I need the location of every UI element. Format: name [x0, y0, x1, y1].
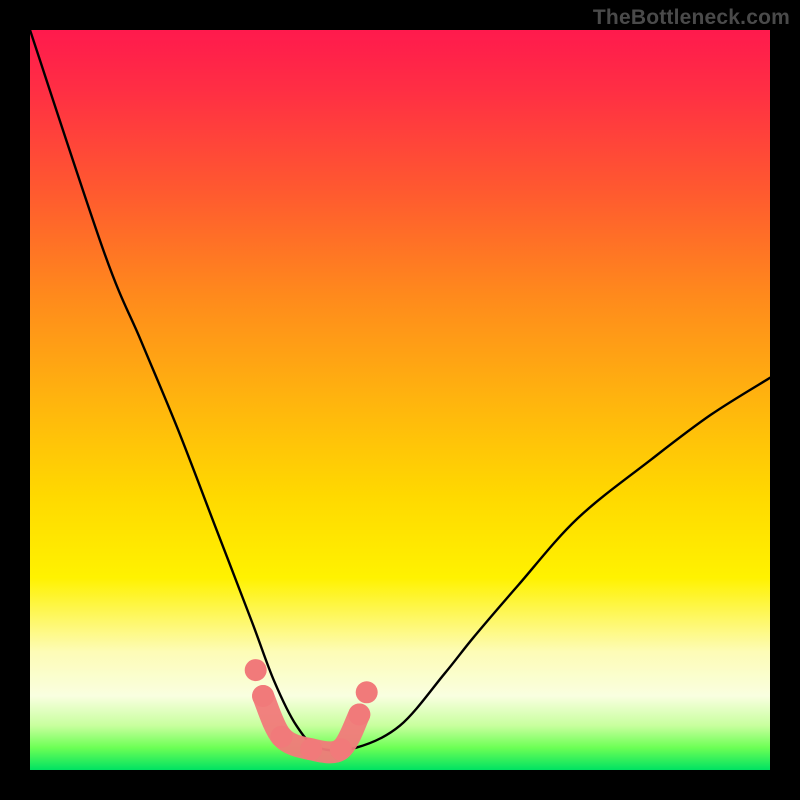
marker-dot	[271, 726, 293, 748]
plot-wrap	[30, 30, 770, 770]
bottleneck-curve	[30, 30, 770, 751]
attribution-link[interactable]: TheBottleneck.com	[593, 6, 790, 30]
marker-dot	[252, 685, 274, 707]
marker-dot	[348, 704, 370, 726]
marker-dot	[330, 738, 352, 760]
chart-svg	[30, 30, 770, 770]
marker-dot	[356, 681, 378, 703]
chart-frame: TheBottleneck.com	[0, 0, 800, 800]
marker-dot	[245, 659, 267, 681]
marker-dot	[300, 738, 322, 760]
